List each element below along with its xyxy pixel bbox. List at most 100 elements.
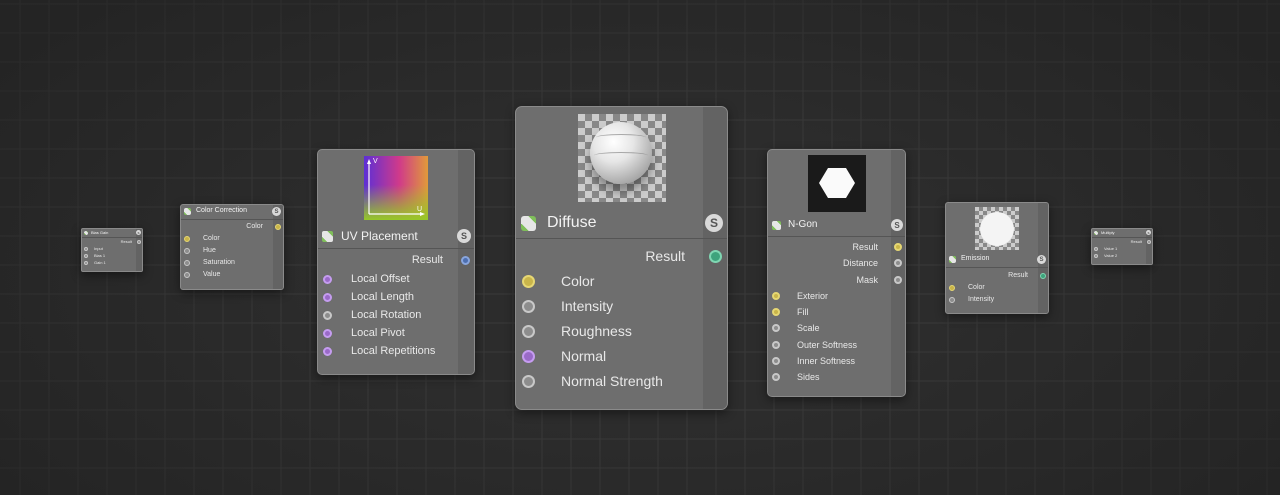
emission-node[interactable]: Emission S Result Color Intensity [945, 202, 1049, 314]
input-label: Value 2 [1104, 253, 1118, 258]
input-port-local-length[interactable] [323, 293, 332, 302]
input-label: Bias 1 [94, 253, 106, 258]
emission-preview [975, 207, 1019, 250]
input-label: Input [94, 246, 103, 251]
input-port-fill[interactable] [772, 308, 780, 316]
output-port-result[interactable] [1040, 273, 1046, 279]
input-port-value-2[interactable] [1094, 254, 1098, 258]
output-label: Color [246, 223, 263, 230]
node-title: Diffuse [547, 214, 597, 231]
node-type-icon [521, 216, 536, 231]
input-port-normal-strength[interactable] [522, 375, 535, 388]
input-port-local-rotation[interactable] [323, 311, 332, 320]
input-port-inner-softness[interactable] [772, 357, 780, 365]
input-label: Inner Softness [797, 356, 856, 366]
output-label: Mask [856, 275, 878, 285]
input-port-intensity[interactable] [949, 297, 955, 303]
output-port-result[interactable] [894, 243, 902, 251]
input-label: Outer Softness [797, 340, 858, 350]
node-type-icon [84, 231, 88, 235]
input-port-gain[interactable] [84, 261, 88, 265]
input-label: Fill [797, 307, 809, 317]
input-port-normal[interactable] [522, 350, 535, 363]
s-badge[interactable]: S [1146, 230, 1151, 235]
input-port-local-pivot[interactable] [323, 329, 332, 338]
output-port-result[interactable] [1147, 240, 1151, 244]
input-label: Normal [561, 348, 607, 364]
input-label: Roughness [561, 323, 632, 339]
node-title: Color Correction [196, 207, 247, 214]
input-port-saturation[interactable] [184, 260, 190, 266]
output-port-result[interactable] [709, 250, 722, 263]
input-label: Local Offset [351, 273, 410, 285]
output-label: Result [411, 254, 443, 266]
node-title: N-Gon [788, 219, 818, 230]
axis-v-label: V [373, 158, 378, 165]
input-port-bias[interactable] [84, 254, 88, 258]
input-port-roughness[interactable] [522, 325, 535, 338]
input-label: Color [203, 235, 220, 242]
output-port-result[interactable] [137, 240, 141, 244]
output-label: Result [852, 242, 878, 252]
bias-gain-node[interactable]: Bias Gain S Result Input Bias 1 Gain 1 [81, 228, 143, 272]
input-port-value[interactable] [184, 272, 190, 278]
input-label: Intensity [968, 296, 995, 303]
input-label: Local Length [351, 291, 414, 303]
input-port-intensity[interactable] [522, 300, 535, 313]
output-port-distance[interactable] [894, 259, 902, 267]
input-port-scale[interactable] [772, 324, 780, 332]
input-port-color[interactable] [949, 285, 955, 291]
input-port-local-repetitions[interactable] [323, 347, 332, 356]
input-label: Normal Strength [561, 373, 663, 389]
s-badge[interactable]: S [891, 219, 903, 231]
diffuse-sphere-preview [578, 114, 666, 202]
multiply-node[interactable]: Multiply S Result Value 1 Value 2 [1091, 228, 1153, 265]
output-port-result[interactable] [461, 256, 470, 265]
input-port-hue[interactable] [184, 248, 190, 254]
input-label: Scale [797, 323, 820, 333]
node-type-icon [949, 256, 956, 263]
input-port-local-offset[interactable] [323, 275, 332, 284]
node-title: UV Placement [341, 229, 418, 243]
input-label: Exterior [797, 291, 829, 301]
s-badge[interactable]: S [272, 207, 281, 216]
input-label: Color [561, 273, 595, 289]
node-title: Bias Gain [91, 230, 109, 235]
input-label: Intensity [561, 298, 614, 314]
output-port-color[interactable] [275, 224, 281, 230]
input-label: Local Repetitions [351, 345, 436, 357]
input-label: Value 1 [1104, 246, 1118, 251]
input-port-sides[interactable] [772, 373, 780, 381]
output-label: Result [1130, 239, 1142, 244]
node-title: Multiply [1101, 230, 1115, 235]
input-label: Value [203, 271, 221, 278]
input-port-exterior[interactable] [772, 292, 780, 300]
color-correction-node[interactable]: Color Correction S Color Color Hue Satur… [180, 204, 284, 290]
input-label: Sides [797, 372, 820, 382]
input-label: Gain 1 [94, 260, 106, 265]
s-badge[interactable]: S [1037, 255, 1046, 264]
s-badge[interactable]: S [136, 230, 141, 235]
uv-placement-node[interactable]: V U UV Placement S Result Local Offset L… [317, 149, 475, 375]
input-port-outer-softness[interactable] [772, 341, 780, 349]
node-type-icon [772, 221, 781, 230]
ngon-node[interactable]: N-Gon S Result Distance Mask Exterior Fi… [767, 149, 906, 397]
s-badge[interactable]: S [705, 214, 723, 232]
diffuse-node[interactable]: Diffuse S Result Color Intensity Roughne… [515, 106, 728, 410]
input-port-color[interactable] [184, 236, 190, 242]
node-type-icon [184, 208, 191, 215]
input-label: Local Rotation [351, 309, 422, 321]
output-label: Result [120, 239, 132, 244]
input-port-value-1[interactable] [1094, 247, 1098, 251]
input-label: Local Pivot [351, 327, 405, 339]
output-label: Distance [842, 258, 878, 268]
output-port-mask[interactable] [894, 276, 902, 284]
input-port-input[interactable] [84, 247, 88, 251]
output-label: Result [645, 248, 685, 264]
output-label: Result [1008, 272, 1028, 279]
node-type-icon [322, 231, 333, 242]
s-badge[interactable]: S [457, 229, 471, 243]
input-port-color[interactable] [522, 275, 535, 288]
input-label: Saturation [203, 259, 235, 266]
hexagon-icon [819, 168, 855, 198]
